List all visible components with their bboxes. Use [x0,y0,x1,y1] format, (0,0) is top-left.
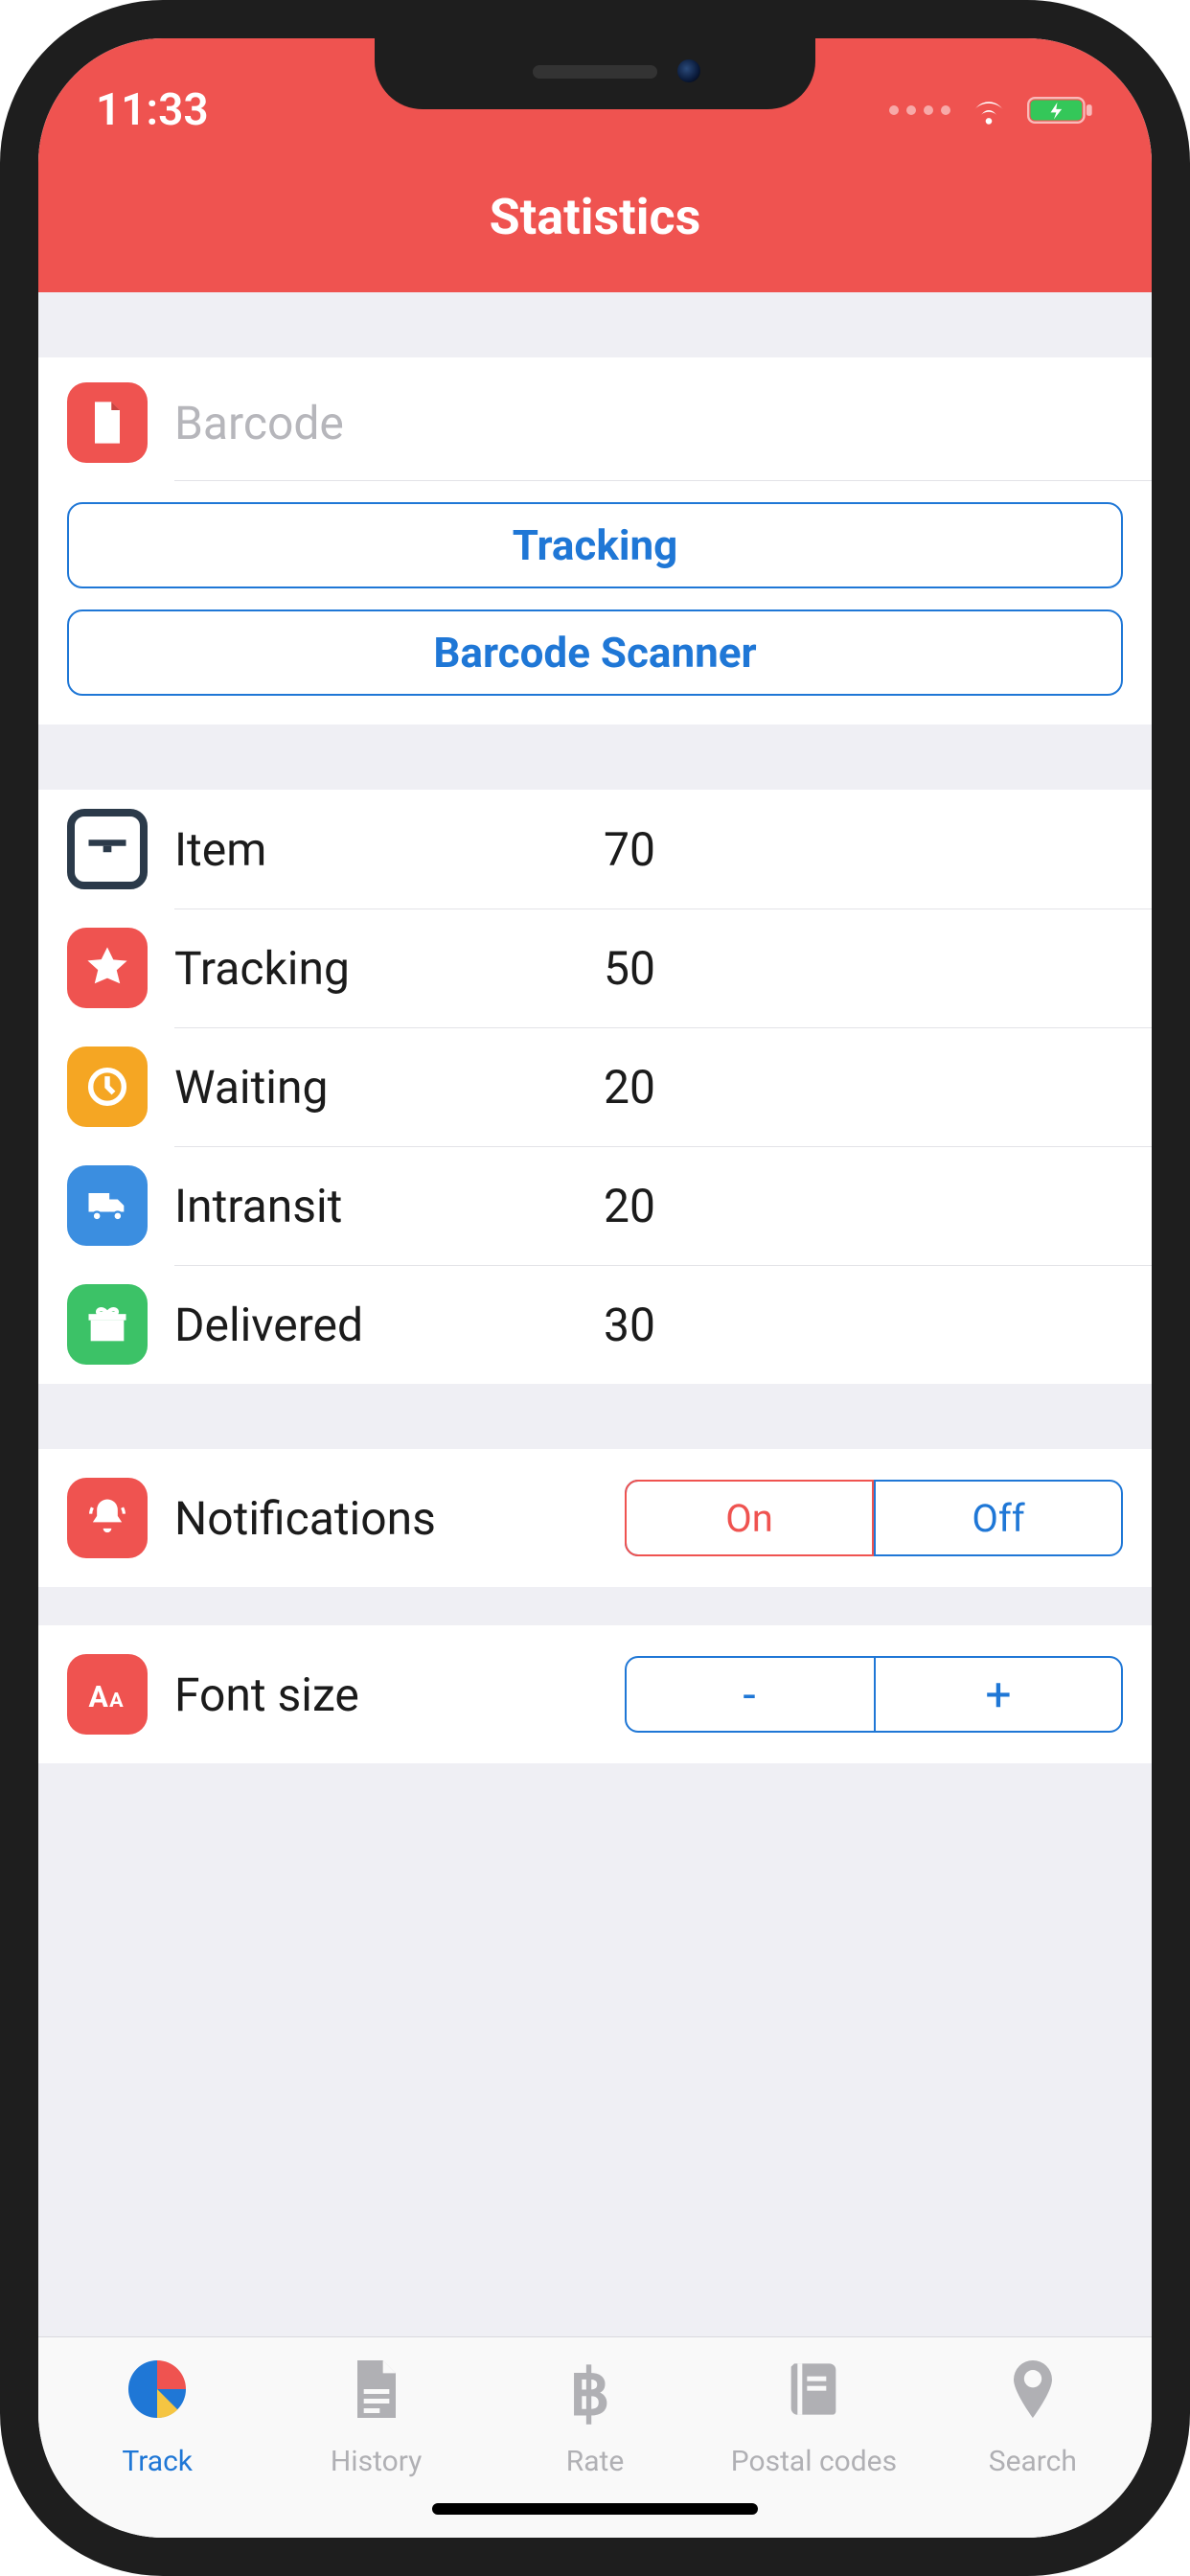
document-icon [67,382,148,463]
document-icon [338,2351,415,2435]
tab-label: Postal codes [731,2445,897,2478]
stat-row-delivered[interactable]: Delivered 30 [38,1265,1152,1384]
tab-rate[interactable]: ฿ Rate [486,2351,704,2528]
settings-section: Notifications On Off AA Font size [38,1449,1152,1763]
stat-value: 30 [604,1298,655,1352]
notifications-off[interactable]: Off [874,1480,1123,1556]
gap [38,1587,1152,1625]
truck-icon [67,1165,148,1246]
tab-label: Search [989,2445,1077,2478]
font-size-icon: AA [67,1654,148,1735]
stat-value: 20 [604,1060,655,1115]
book-icon [775,2351,852,2435]
stat-label: Delivered [174,1298,577,1352]
stat-row-item[interactable]: Item 70 [38,790,1152,908]
stat-value: 20 [604,1179,655,1233]
tab-history[interactable]: History [266,2351,485,2528]
content: Tracking Barcode Scanner Item 70 Trackin… [38,292,1152,2336]
page-title: Statistics [38,153,1152,292]
fontsize-row: AA Font size - + [38,1625,1152,1763]
stat-label: Tracking [174,941,577,996]
status-right [889,89,1094,131]
notifications-toggle: On Off [625,1480,1123,1556]
svg-text:฿: ฿ [569,2357,609,2427]
notifications-row: Notifications On Off [38,1449,1152,1587]
barcode-scanner-button[interactable]: Barcode Scanner [67,610,1123,696]
battery-charging-icon [1027,94,1094,126]
tab-search[interactable]: Search [924,2351,1142,2528]
home-indicator[interactable] [432,2503,758,2515]
device-frame: 11:33 Statistic [0,0,1190,2576]
pie-chart-icon [119,2351,195,2435]
fontsize-decrease[interactable]: - [625,1656,874,1733]
stat-label: Intransit [174,1179,577,1233]
gift-icon [67,1284,148,1365]
stat-label: Waiting [174,1060,577,1115]
divider [174,480,1152,481]
setting-label: Notifications [174,1491,598,1546]
tracking-button[interactable]: Tracking [67,502,1123,588]
tab-postal-codes[interactable]: Postal codes [704,2351,923,2528]
barcode-section: Tracking Barcode Scanner [38,357,1152,724]
screen: 11:33 Statistic [38,38,1152,2538]
svg-text:A: A [89,1681,109,1714]
stat-row-intransit[interactable]: Intransit 20 [38,1146,1152,1265]
setting-label: Font size [174,1668,598,1722]
tab-label: History [331,2445,422,2478]
clock-icon [67,1046,148,1127]
star-icon [67,928,148,1008]
stat-row-waiting[interactable]: Waiting 20 [38,1027,1152,1146]
stat-value: 70 [604,822,655,877]
tab-label: Track [122,2445,193,2478]
stats-section: Item 70 Tracking 50 Waiting 20 [38,790,1152,1384]
status-time: 11:33 [96,84,209,136]
wifi-icon [968,89,1010,131]
stat-row-tracking[interactable]: Tracking 50 [38,908,1152,1027]
bitcoin-icon: ฿ [557,2351,633,2435]
barcode-input-row [38,357,1152,480]
location-pin-icon [995,2351,1071,2435]
tab-label: Rate [566,2445,625,2478]
fontsize-increase[interactable]: + [874,1656,1123,1733]
fontsize-control: - + [625,1656,1123,1733]
barcode-input[interactable] [174,396,1123,450]
stat-label: Item [174,822,577,877]
cellular-dots-icon [889,105,950,115]
stat-value: 50 [604,941,655,996]
svg-text:A: A [109,1689,124,1713]
notifications-on[interactable]: On [625,1480,874,1556]
notch [375,33,815,109]
box-icon [67,809,148,889]
tab-track[interactable]: Track [48,2351,266,2528]
bell-icon [67,1478,148,1558]
